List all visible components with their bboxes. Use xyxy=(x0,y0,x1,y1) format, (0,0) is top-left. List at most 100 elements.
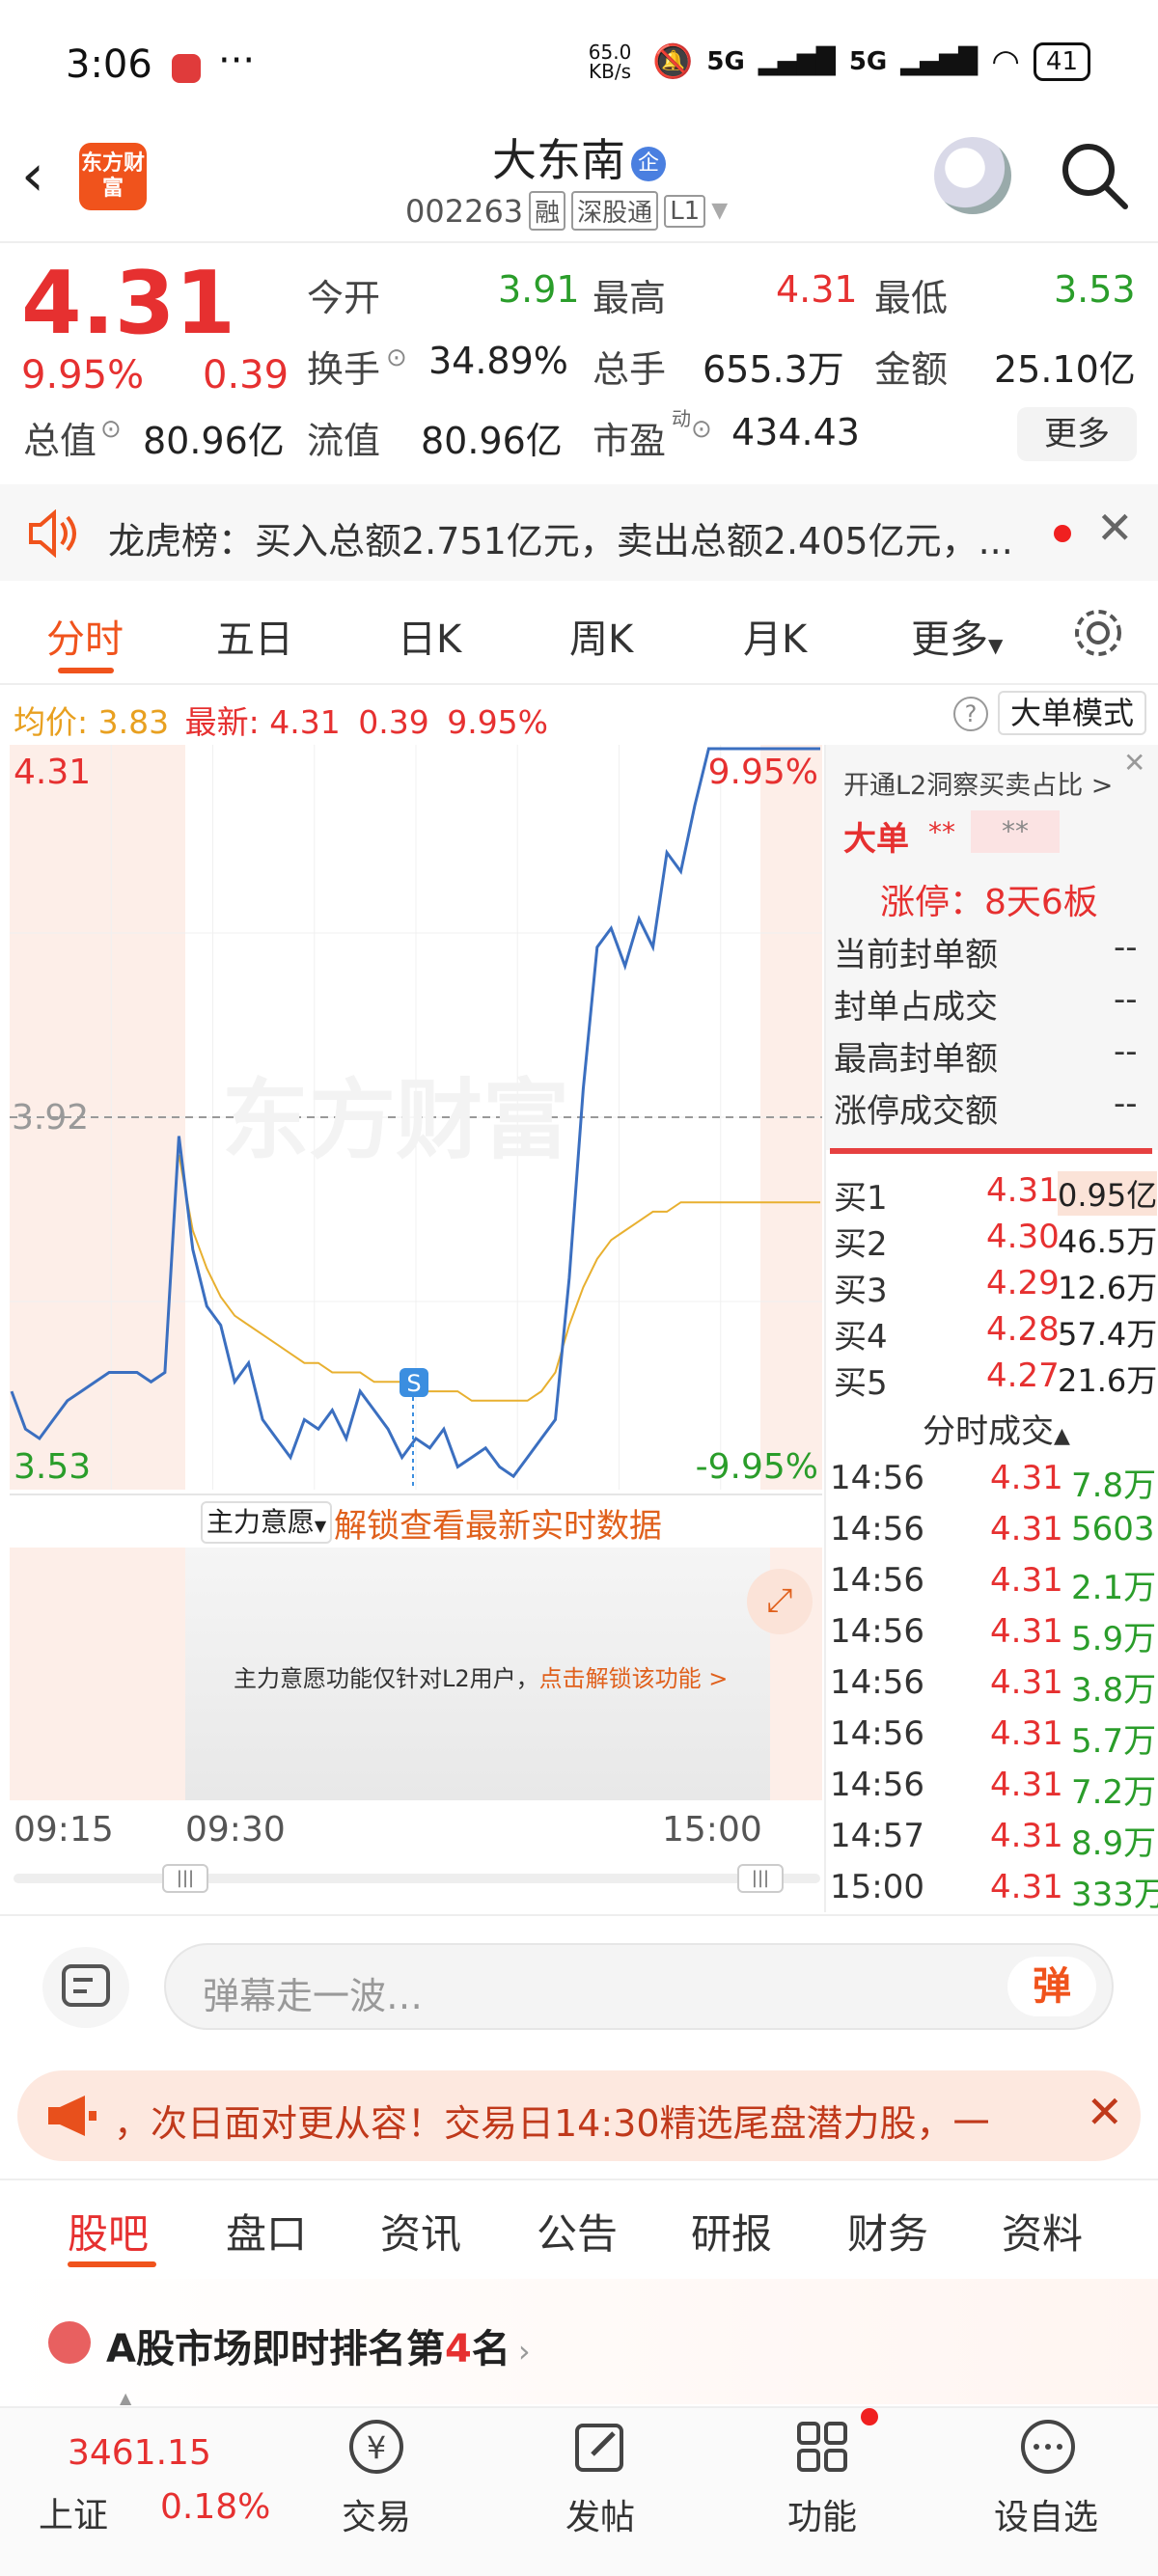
chevron-right-icon: › xyxy=(517,2333,531,2370)
nav-post[interactable]: 发帖 xyxy=(565,2489,635,2539)
close-icon[interactable]: ✕ xyxy=(1086,2086,1123,2138)
bid-volume: 46.5万 xyxy=(1058,1223,1158,1260)
bid-price: 4.31 xyxy=(986,1171,1060,1210)
nav-functions[interactable]: 功能 xyxy=(787,2489,857,2539)
rank-chart-icon xyxy=(48,2321,91,2364)
promo-banner[interactable]: ，次日面对更从容！交易日14:30精选尾盘潜力股，一 ✕ xyxy=(17,2070,1141,2161)
panel-row-value: -- xyxy=(1114,1032,1138,1071)
assistant-robot-icon[interactable] xyxy=(934,137,1011,214)
unlock-link[interactable]: 解锁查看最新实时数据 xyxy=(334,1499,662,1547)
tab-intraday[interactable]: 分时 xyxy=(46,608,124,664)
tab-weekly-k[interactable]: 周K xyxy=(569,608,633,664)
nav-watchlist[interactable]: 设自选 xyxy=(994,2489,1098,2539)
big-order-mode-button[interactable]: 大单模式 xyxy=(998,691,1146,735)
tab-news[interactable]: 资讯 xyxy=(380,2202,461,2261)
tab-more[interactable]: 更多▼ xyxy=(911,608,1003,664)
bid-price: 4.28 xyxy=(986,1310,1060,1349)
tab-research[interactable]: 研报 xyxy=(691,2202,772,2261)
search-icon[interactable] xyxy=(1058,139,1131,212)
info-icon-3[interactable]: ⊙ xyxy=(691,415,712,444)
mktcap-label: 总值 xyxy=(23,420,97,462)
l2-insight-link[interactable]: 开通L2洞察买卖占比 > xyxy=(843,764,1113,802)
more-quote-button[interactable]: 更多 xyxy=(1017,407,1137,461)
functions-grid-icon[interactable] xyxy=(791,2416,853,2478)
tab-orderbook[interactable]: 盘口 xyxy=(226,2202,307,2261)
float-label: 流值 xyxy=(307,420,381,462)
help-icon[interactable]: ? xyxy=(953,697,988,731)
bid-volume: 0.95亿 xyxy=(1058,1171,1158,1216)
panel-row-label: 封单占成交 xyxy=(834,988,998,1027)
time-scrollbar[interactable] xyxy=(14,1874,820,1883)
active-tab-indicator xyxy=(58,668,114,673)
info-icon-2[interactable]: ⊙ xyxy=(100,415,122,444)
comment-placeholder: 弹幕走一波… xyxy=(203,1975,424,2017)
trades-title[interactable]: 分时成交▲ xyxy=(923,1405,1070,1452)
stock-name-text: 大东南 xyxy=(492,134,625,186)
divider xyxy=(10,1494,822,1495)
sub-chart-area: 主力意愿功能仅针对L2用户，点击解锁该功能 > ⤢ xyxy=(10,1548,822,1800)
stock-code: 002263 xyxy=(405,192,524,230)
tab-more-label: 更多 xyxy=(911,617,988,662)
tab-daily-k[interactable]: 日K xyxy=(398,608,461,664)
time-label-start: 09:15 xyxy=(14,1810,114,1850)
tab-monthly-k[interactable]: 月K xyxy=(743,608,807,664)
index-pct[interactable]: 0.18% xyxy=(160,2487,270,2527)
change-amount: 0.39 xyxy=(203,353,290,397)
status-bar: 3:06 ··· 65.0 KB/s 🔕 5G ▂▄▆█ 5G ▂▄▆█ ◠ 4… xyxy=(0,0,1158,125)
megaphone-icon xyxy=(48,2096,96,2136)
chevron-down-icon: ▼ xyxy=(314,1517,327,1535)
danmaku-button[interactable]: 弹 xyxy=(1007,1957,1096,2016)
range-handle-right[interactable]: ||| xyxy=(737,1864,784,1893)
chevron-down-icon[interactable]: ▼ xyxy=(711,199,728,223)
tab-finance[interactable]: 财务 xyxy=(847,2202,928,2261)
tag-connect: 深股通 xyxy=(571,191,659,231)
close-icon[interactable]: ✕ xyxy=(1096,502,1134,554)
post-edit-icon[interactable] xyxy=(569,2416,631,2478)
l2-lock-mask[interactable]: 主力意愿功能仅针对L2用户，点击解锁该功能 > xyxy=(185,1548,770,1800)
amount-value: 25.10亿 xyxy=(994,348,1136,391)
dragon-tiger-bar[interactable]: 龙虎榜：买入总额2.751亿元，卖出总额2.405亿元，... xyxy=(0,484,1158,581)
settings-gear-icon[interactable] xyxy=(1071,606,1125,660)
latest-pct: 9.95% xyxy=(447,703,549,741)
bottom-pct-label: -9.95% xyxy=(696,1447,818,1487)
tab-profile[interactable]: 资料 xyxy=(1002,2202,1083,2261)
limit-up-info: 涨停：8天6板 xyxy=(880,883,1098,922)
index-name[interactable]: 上证 xyxy=(39,2487,108,2537)
trades-title-text: 分时成交 xyxy=(923,1412,1054,1451)
tab-announcements[interactable]: 公告 xyxy=(537,2202,618,2261)
bottom-price-label: 3.53 xyxy=(14,1447,91,1487)
pe-label: 市盈 xyxy=(593,420,667,462)
expand-icon[interactable]: ⤢ xyxy=(747,1569,813,1634)
comment-list-icon[interactable] xyxy=(42,1947,129,2028)
open-label: 今开 xyxy=(307,277,381,319)
trade-yen-icon[interactable]: ¥ xyxy=(345,2416,407,2478)
tab-forum[interactable]: 股吧 xyxy=(68,2202,149,2261)
trade-price: 4.31 xyxy=(990,1612,1063,1651)
tab-five-day[interactable]: 五日 xyxy=(216,608,293,664)
divider xyxy=(0,683,1158,685)
info-icon[interactable]: ⊙ xyxy=(386,343,407,372)
volume-value: 655.3万 xyxy=(703,348,844,391)
trade-volume: 5.7万 xyxy=(1071,1722,1157,1761)
more-dots-icon[interactable] xyxy=(1017,2416,1079,2478)
comment-input[interactable]: 弹幕走一波… 弹 xyxy=(164,1943,1114,2030)
rank-text: A股市场即时排名第4名 › xyxy=(106,2317,531,2373)
chevron-up-icon: ▲ xyxy=(1054,1424,1070,1448)
close-icon[interactable]: ✕ xyxy=(1123,747,1145,779)
avg-price-line xyxy=(178,1155,820,1402)
bid-volume: 57.4万 xyxy=(1058,1316,1158,1353)
signal-bars-icon-2: ▂▄▆█ xyxy=(900,47,979,76)
index-value[interactable]: 3461.15 xyxy=(68,2433,211,2473)
sub-indicator-select[interactable]: 主力意愿▼ xyxy=(201,1501,332,1544)
trade-price: 4.31 xyxy=(990,1817,1063,1855)
nav-trade[interactable]: 交易 xyxy=(342,2489,411,2539)
back-button[interactable]: ‹ xyxy=(21,147,69,205)
trade-price: 4.31 xyxy=(990,1510,1063,1548)
lock-link[interactable]: 点击解锁该功能 > xyxy=(539,1665,729,1692)
intraday-chart[interactable]: 东方财富 S 4.31 9.95% 3.92 3.53 -9.95% xyxy=(10,745,822,1490)
panel-row-label: 涨停成交额 xyxy=(834,1092,998,1131)
market-rank-card[interactable]: A股市场即时排名第4名 › xyxy=(0,2279,1158,2404)
range-handle-left[interactable]: ||| xyxy=(162,1864,208,1893)
pe-sup: 动 xyxy=(672,407,691,430)
stock-name: 大东南企 xyxy=(386,125,772,189)
